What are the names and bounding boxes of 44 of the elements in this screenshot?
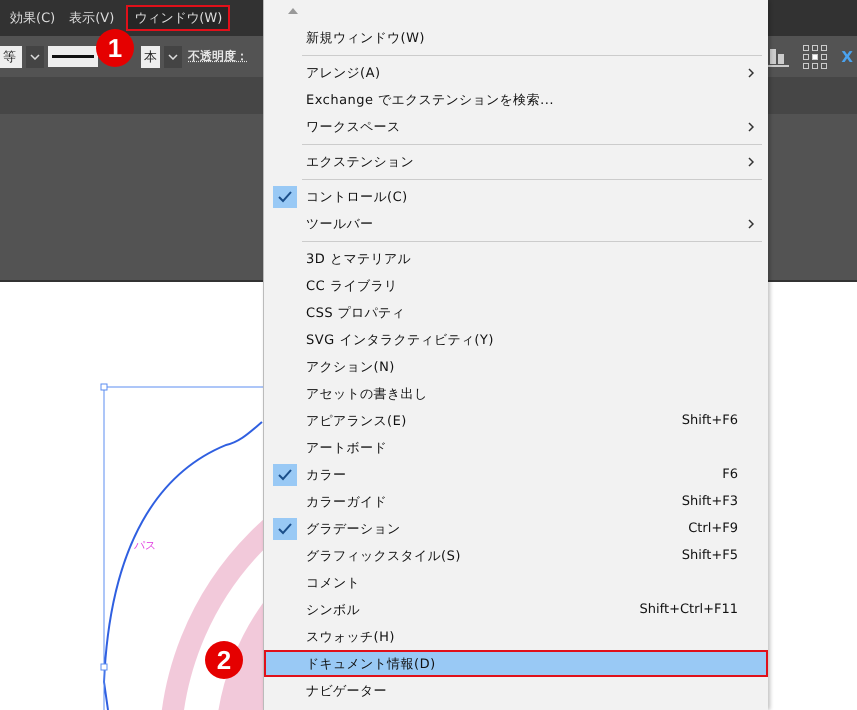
chevron-right-icon <box>748 122 754 132</box>
menu-item[interactable]: エクステンション <box>264 148 768 175</box>
menubar-item[interactable]: 効果(C) <box>4 6 62 29</box>
path-label: パス <box>134 538 156 553</box>
menu-item[interactable]: アピアランス(E) Shift+F6 <box>264 407 768 434</box>
menu-item[interactable]: シンボル Shift+Ctrl+F11 <box>264 596 768 623</box>
menu-item[interactable]: ツールバー <box>264 210 768 237</box>
menu-item[interactable]: アートボード <box>264 434 768 461</box>
menu-item[interactable]: ナビゲーター <box>264 677 768 704</box>
opacity-label[interactable]: 不透明度： <box>188 48 248 66</box>
dropdown-button[interactable] <box>164 46 182 68</box>
stroke-style-field[interactable]: 本 <box>141 46 160 68</box>
chevron-right-icon <box>748 218 754 228</box>
menu-item[interactable]: ワークスペース <box>264 113 768 140</box>
scroll-up-icon[interactable] <box>288 8 298 14</box>
menu-item[interactable]: アセットの書き出し <box>264 380 768 407</box>
menu-item[interactable]: カラーガイド Shift+F3 <box>264 488 768 515</box>
stroke-line-preview[interactable] <box>48 46 98 68</box>
chevron-down-icon <box>168 54 178 60</box>
menu-item[interactable]: CSS プロパティ <box>264 299 768 326</box>
menu-item[interactable]: スウォッチ(H) <box>264 623 768 650</box>
chevron-right-icon <box>748 156 754 166</box>
menu-item[interactable]: アレンジ(A) <box>264 59 768 86</box>
text-field[interactable]: 等 <box>0 46 22 68</box>
menu-item[interactable]: コントロール(C) <box>264 183 768 210</box>
menu-item[interactable]: CC ライブラリ <box>264 272 768 299</box>
menu-item[interactable]: カラー F6 <box>264 461 768 488</box>
menu-item[interactable]: 新規ウィンドウ(W) <box>264 24 768 51</box>
chevron-right-icon <box>748 68 754 78</box>
menubar-item[interactable]: 表示(V) <box>63 6 120 29</box>
checkmark-icon <box>273 518 297 540</box>
menu-item[interactable]: グラフィックスタイル(S) Shift+F5 <box>264 542 768 569</box>
checkmark-icon <box>273 186 297 208</box>
menu-item[interactable]: コメント <box>264 569 768 596</box>
grid-icon[interactable] <box>803 44 828 69</box>
menubar-item[interactable]: ウィンドウ(W) <box>128 6 228 29</box>
dropdown-button[interactable] <box>26 46 44 68</box>
menu-item[interactable]: ドキュメント情報(D) <box>264 650 768 677</box>
menu-item[interactable]: 3D とマテリアル <box>264 245 768 272</box>
menu-item[interactable]: グラデーション Ctrl+F9 <box>264 515 768 542</box>
menu-item[interactable]: アクション(N) <box>264 353 768 380</box>
chevron-down-icon <box>30 54 40 60</box>
checkmark-icon <box>273 464 297 486</box>
menu-item[interactable]: SVG インタラクティビティ(Y) <box>264 326 768 353</box>
